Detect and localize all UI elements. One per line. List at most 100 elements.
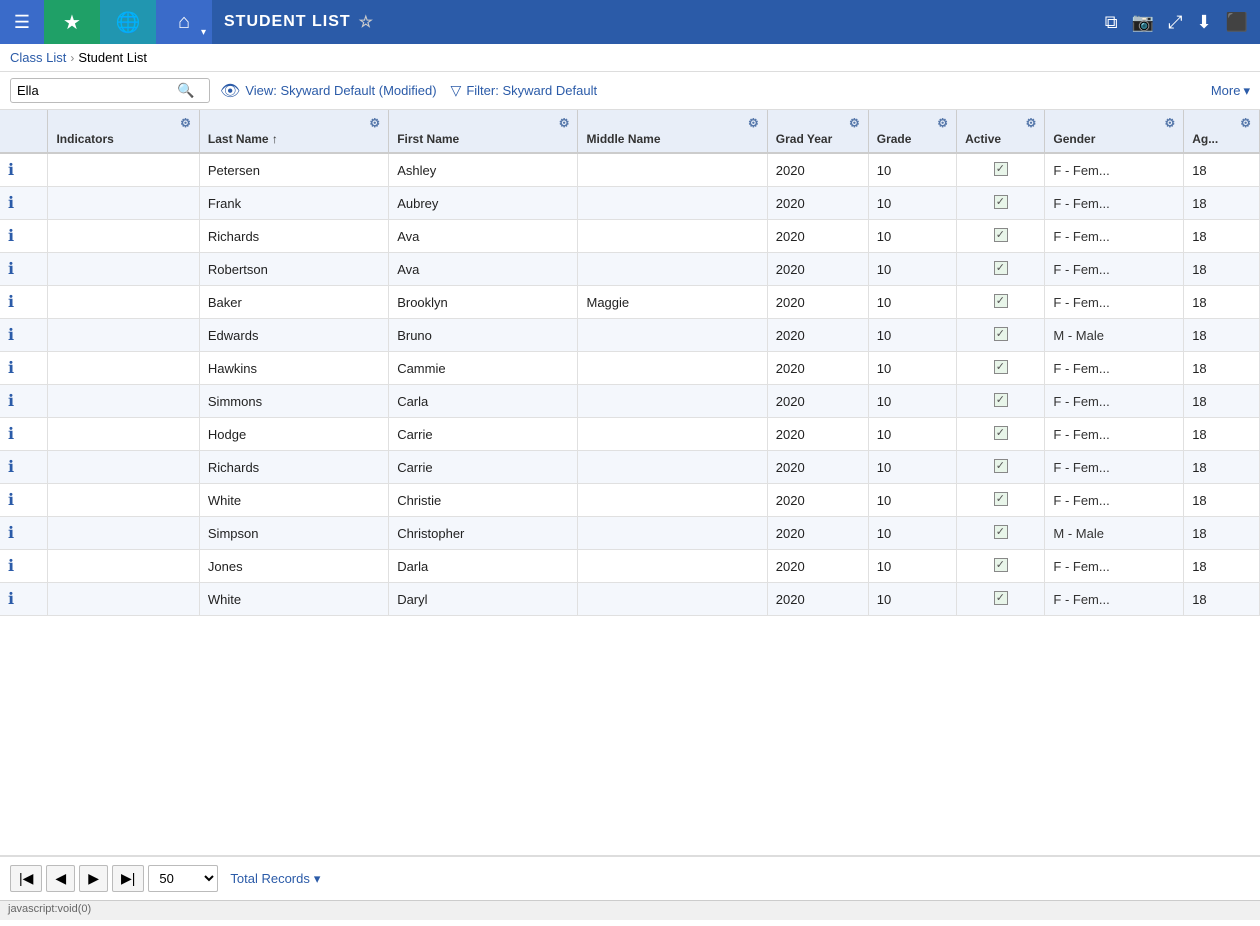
row-age-cell: 18 <box>1184 583 1260 616</box>
info-icon[interactable]: ℹ <box>8 426 14 443</box>
info-icon[interactable]: ℹ <box>8 162 14 179</box>
per-page-select[interactable]: 25 50 100 <box>148 865 218 892</box>
table-row: ℹ Simmons Carla 2020 10 F - Fem... 18 <box>0 385 1260 418</box>
active-checkbox[interactable] <box>994 327 1008 341</box>
row-info-cell: ℹ <box>0 153 48 187</box>
row-gender-cell: F - Fem... <box>1045 286 1184 319</box>
row-age-cell: 18 <box>1184 153 1260 187</box>
info-icon[interactable]: ℹ <box>8 492 14 509</box>
info-icon[interactable]: ℹ <box>8 459 14 476</box>
globe-nav-button[interactable]: 🌐 <box>100 0 156 44</box>
view-button[interactable]: 👁 View: Skyward Default (Modified) <box>220 81 437 101</box>
search-input[interactable] <box>17 83 177 98</box>
grade-col-gear[interactable]: ⚙ <box>937 116 948 130</box>
row-grade-cell: 10 <box>868 583 956 616</box>
last-name-sort-icon[interactable]: ↑ <box>272 132 278 146</box>
title-favorite-star[interactable]: ☆ <box>359 12 374 32</box>
col-grad-year: ⚙ Grad Year <box>767 110 868 153</box>
row-info-cell: ℹ <box>0 385 48 418</box>
grad-year-col-gear[interactable]: ⚙ <box>849 116 860 130</box>
favorites-nav-button[interactable]: ★ <box>44 0 100 44</box>
breadcrumb-class-list[interactable]: Class List <box>10 50 66 65</box>
info-icon[interactable]: ℹ <box>8 294 14 311</box>
home-nav-button[interactable]: ⌂ ▾ <box>156 0 212 44</box>
active-checkbox[interactable] <box>994 591 1008 605</box>
info-icon[interactable]: ℹ <box>8 195 14 212</box>
table-row: ℹ White Christie 2020 10 F - Fem... 18 <box>0 484 1260 517</box>
info-icon[interactable]: ℹ <box>8 591 14 608</box>
table-row: ℹ Jones Darla 2020 10 F - Fem... 18 <box>0 550 1260 583</box>
col-info <box>0 110 48 153</box>
active-checkbox[interactable] <box>994 294 1008 308</box>
search-icon[interactable]: 🔍 <box>177 82 194 99</box>
favorites-icon: ★ <box>63 10 81 35</box>
expand-tool-button[interactable]: ⤢ <box>1164 8 1186 37</box>
row-middle-name-cell <box>578 153 767 187</box>
row-middle-name-cell <box>578 187 767 220</box>
active-checkbox[interactable] <box>994 195 1008 209</box>
active-checkbox[interactable] <box>994 558 1008 572</box>
info-icon[interactable]: ℹ <box>8 327 14 344</box>
active-checkbox[interactable] <box>994 261 1008 275</box>
hamburger-button[interactable]: ☰ <box>0 0 44 44</box>
download-tool-button[interactable]: ⬇ <box>1192 8 1215 37</box>
active-checkbox[interactable] <box>994 426 1008 440</box>
gender-col-gear[interactable]: ⚙ <box>1164 116 1175 130</box>
row-gender-cell: F - Fem... <box>1045 550 1184 583</box>
row-last-name-cell: Richards <box>199 451 388 484</box>
toolbar: 🔍 👁 View: Skyward Default (Modified) ▽ F… <box>0 72 1260 110</box>
row-first-name-cell: Darla <box>389 550 578 583</box>
active-checkbox[interactable] <box>994 525 1008 539</box>
row-age-cell: 18 <box>1184 187 1260 220</box>
row-grad-year-cell: 2020 <box>767 220 868 253</box>
first-page-button[interactable]: |◀ <box>10 865 42 892</box>
filter-button[interactable]: ▽ Filter: Skyward Default <box>451 82 598 99</box>
info-icon[interactable]: ℹ <box>8 228 14 245</box>
active-checkbox[interactable] <box>994 459 1008 473</box>
copy-tool-button[interactable]: ⧉ <box>1101 8 1122 37</box>
breadcrumb: Class List › Student List <box>0 44 1260 72</box>
row-info-cell: ℹ <box>0 418 48 451</box>
window-tool-button[interactable]: ⬛ <box>1222 8 1252 37</box>
row-gender-cell: M - Male <box>1045 517 1184 550</box>
middle-name-col-gear[interactable]: ⚙ <box>748 116 759 130</box>
last-page-button[interactable]: ▶| <box>112 865 144 892</box>
row-age-cell: 18 <box>1184 286 1260 319</box>
col-active: ⚙ Active <box>957 110 1045 153</box>
active-checkbox[interactable] <box>994 492 1008 506</box>
row-age-cell: 18 <box>1184 220 1260 253</box>
col-gender-label: Gender <box>1053 132 1175 146</box>
first-name-col-gear[interactable]: ⚙ <box>559 116 570 130</box>
search-box[interactable]: 🔍 <box>10 78 210 103</box>
row-grad-year-cell: 2020 <box>767 352 868 385</box>
active-col-gear[interactable]: ⚙ <box>1026 116 1037 130</box>
info-icon[interactable]: ℹ <box>8 360 14 377</box>
info-icon[interactable]: ℹ <box>8 393 14 410</box>
table-row: ℹ Petersen Ashley 2020 10 F - Fem... 18 <box>0 153 1260 187</box>
title-text: STUDENT LIST <box>224 13 351 31</box>
active-checkbox[interactable] <box>994 228 1008 242</box>
total-records-button[interactable]: Total Records ▾ <box>230 871 320 887</box>
row-age-cell: 18 <box>1184 319 1260 352</box>
table-row: ℹ Richards Ava 2020 10 F - Fem... 18 <box>0 220 1260 253</box>
prev-page-button[interactable]: ◀ <box>46 865 75 892</box>
info-icon[interactable]: ℹ <box>8 558 14 575</box>
age-col-gear[interactable]: ⚙ <box>1240 116 1251 130</box>
row-indicators-cell <box>48 385 199 418</box>
next-page-button[interactable]: ▶ <box>79 865 108 892</box>
info-icon[interactable]: ℹ <box>8 525 14 542</box>
info-icon[interactable]: ℹ <box>8 261 14 278</box>
active-checkbox[interactable] <box>994 360 1008 374</box>
row-grad-year-cell: 2020 <box>767 451 868 484</box>
row-active-cell <box>957 418 1045 451</box>
active-checkbox[interactable] <box>994 393 1008 407</box>
last-name-col-gear[interactable]: ⚙ <box>369 116 380 130</box>
row-first-name-cell: Ava <box>389 253 578 286</box>
row-first-name-cell: Carrie <box>389 451 578 484</box>
active-checkbox[interactable] <box>994 162 1008 176</box>
more-button[interactable]: More ▾ <box>1211 83 1250 99</box>
row-active-cell <box>957 583 1045 616</box>
camera-tool-button[interactable]: 📷 <box>1128 8 1158 37</box>
row-info-cell: ℹ <box>0 517 48 550</box>
indicators-col-gear[interactable]: ⚙ <box>180 116 191 130</box>
